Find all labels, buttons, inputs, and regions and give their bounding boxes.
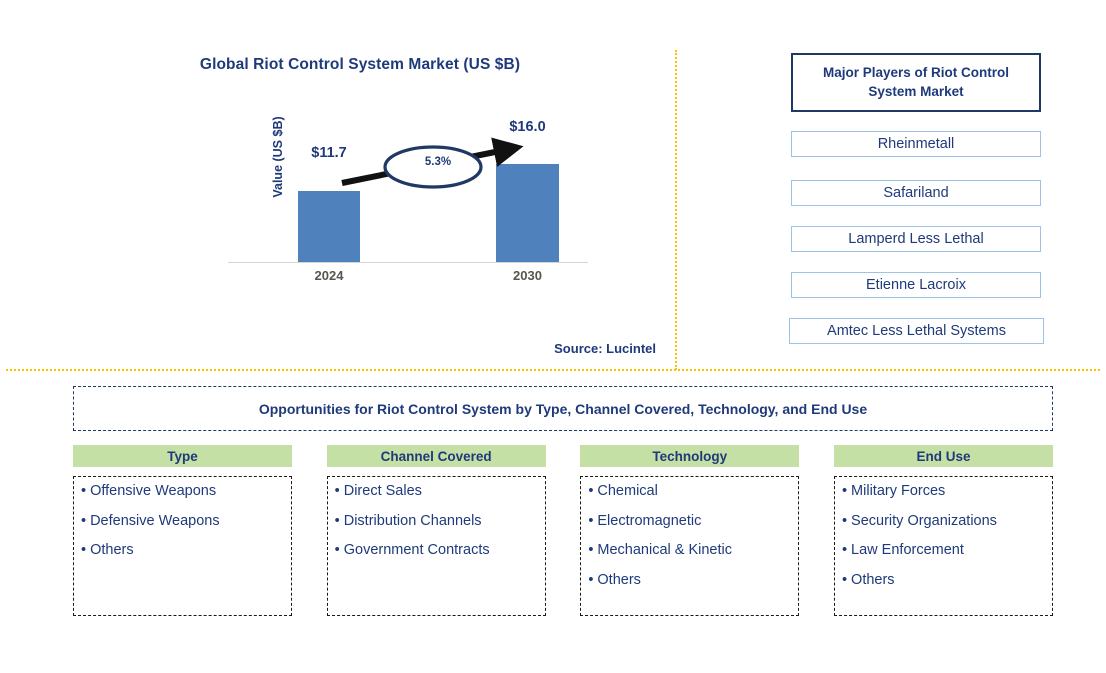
bullet-icon: • [588, 571, 594, 588]
column-title-channel-covered: Channel Covered [326, 445, 546, 467]
opportunities-header: Opportunities for Riot Control System by… [73, 386, 1053, 431]
column-body-technology: • Chemical • Electromagnetic • Mechanical &… [580, 476, 800, 616]
list-item: • Others [81, 543, 287, 558]
list-item-label: Chemical [597, 483, 658, 499]
list-item-label: Electromagnetic [597, 512, 702, 529]
bullet-icon: • [81, 512, 87, 529]
infographic-page: Global Riot Control System Market (US $B… [0, 0, 1106, 673]
list-item: • Offensive Weapons [81, 484, 287, 499]
list-item-label: Mechanical & Kinetic [597, 542, 732, 558]
list-item-label: Others [851, 571, 895, 588]
player-box-lamperd-less-lethal[interactable]: Lamperd Less Lethal [791, 226, 1041, 252]
list-item: • Military Forces [842, 484, 1048, 499]
horizontal-divider [6, 369, 1100, 371]
column-body-end-use: • Military Forces • Security Organizations… [833, 476, 1053, 616]
opportunity-column-channel-covered: Channel Covered • Direct Sales • Distribut… [326, 445, 546, 616]
x-tick-2030: 2030 [513, 268, 542, 283]
list-item: • Defensive Weapons [81, 512, 287, 529]
vertical-divider [675, 50, 677, 370]
bar-value-2030: $16.0 [509, 119, 546, 135]
list-item-label: Direct Sales [343, 483, 422, 499]
bullet-icon: • [81, 542, 87, 558]
bullet-icon: • [841, 483, 848, 499]
list-item-label: Defensive Weapons [90, 512, 220, 529]
opportunity-column-type: Type • Offensive Weapons • Defensive Weapo… [73, 445, 292, 616]
list-item-label: Security Organizations [851, 512, 997, 529]
bullet-icon: • [841, 542, 848, 558]
bullet-icon: • [841, 571, 848, 588]
bar-chart: Value (US $B) $11.7 $16.0 2024 2030 5.3% [228, 116, 588, 292]
list-item: • Law Enforcement [842, 543, 1048, 558]
bullet-icon: • [334, 512, 340, 529]
list-item-label: Government Contracts [343, 542, 490, 558]
list-item: • Electromagnetic [588, 512, 794, 529]
bullet-icon: • [81, 483, 87, 499]
list-item-label: Others [90, 542, 134, 558]
list-item: • Distribution Channels [334, 512, 541, 529]
list-item: • Government Contracts [335, 543, 541, 558]
source-label: Source: Lucintel [554, 341, 656, 356]
major-players-header: Major Players of Riot Control System Mar… [791, 53, 1041, 112]
opportunity-column-technology: Technology • Chemical • Electromagnetic • M… [580, 445, 800, 616]
list-item-label: Offensive Weapons [90, 483, 217, 499]
x-axis-line [228, 262, 588, 263]
player-box-amtec-less-lethal-systems[interactable]: Amtec Less Lethal Systems [789, 318, 1044, 344]
opportunities-columns: Type • Offensive Weapons • Defensive Weapo… [73, 445, 1053, 616]
list-item: • Others [841, 571, 1048, 588]
player-box-rheinmetall[interactable]: Rheinmetall [791, 131, 1041, 157]
column-body-channel-covered: • Direct Sales • Distribution Channels • Go… [326, 476, 546, 616]
list-item-label: Military Forces [851, 483, 946, 499]
bullet-icon: • [334, 483, 340, 499]
y-axis-label: Value (US $B) [271, 116, 285, 198]
player-box-etienne-lacroix[interactable]: Etienne Lacroix [791, 272, 1041, 298]
list-item-label: Law Enforcement [851, 542, 964, 558]
list-item: • Chemical [588, 484, 794, 499]
cagr-label: 5.3% [424, 156, 452, 168]
column-title-type: Type [73, 445, 292, 467]
list-item: • Security Organizations [841, 512, 1048, 529]
column-title-technology: Technology [580, 445, 800, 467]
list-item: • Others [588, 571, 794, 588]
bar-2024 [298, 191, 360, 262]
list-item: • Direct Sales [335, 484, 541, 499]
column-title-end-use: End Use [833, 445, 1053, 467]
list-item-label: Others [597, 571, 641, 588]
bullet-icon: • [334, 542, 340, 558]
bullet-icon: • [588, 512, 594, 529]
list-item: • Mechanical & Kinetic [588, 543, 794, 558]
bullet-icon: • [841, 512, 848, 529]
player-box-safariland[interactable]: Safariland [791, 180, 1041, 206]
column-body-type: • Offensive Weapons • Defensive Weapons • O… [73, 476, 292, 616]
x-tick-2024: 2024 [314, 268, 344, 283]
opportunity-column-end-use: End Use • Military Forces • Security Organ… [833, 445, 1053, 616]
chart-title: Global Riot Control System Market (US $B… [199, 56, 521, 73]
bullet-icon: • [588, 542, 594, 558]
bullet-icon: • [588, 483, 594, 499]
list-item-label: Distribution Channels [343, 512, 482, 529]
